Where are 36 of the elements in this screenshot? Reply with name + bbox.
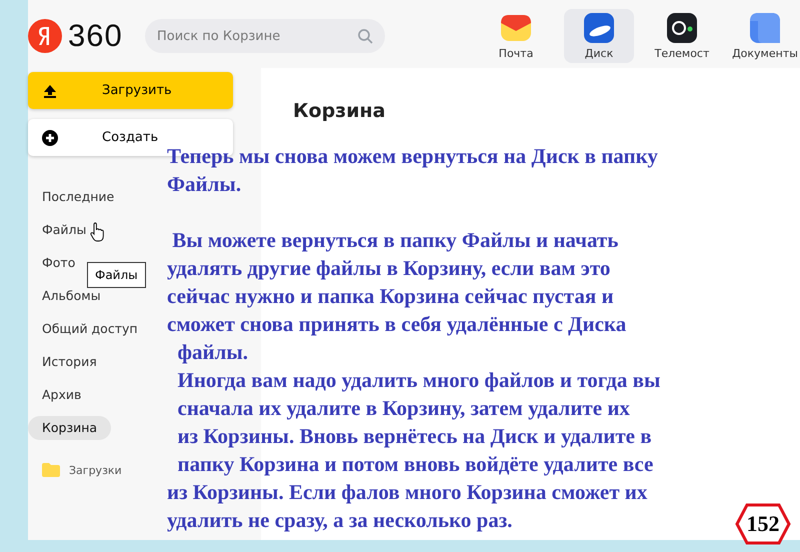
logo-text: 360 [68, 18, 123, 54]
sidebar-item[interactable]: История [28, 350, 111, 374]
annotation-text: сначала их удалите в Корзину, затем удалите их [176, 395, 631, 422]
annotation-text: из Корзины. Если фалов много Корзина сможет их [167, 479, 648, 506]
tooltip: Файлы [87, 262, 146, 288]
service-tab[interactable]: Телемост [647, 9, 717, 63]
annotation-text: сейчас нужно и папка Корзина сейчас пустая и [167, 283, 615, 310]
service-tab[interactable]: Почта [481, 9, 551, 63]
envelope-icon [500, 12, 532, 44]
sidebar-item[interactable]: Фото [28, 251, 90, 275]
annotation-text: из Корзины. Вновь вернётесь на Диск и удалите в [176, 423, 653, 450]
annotation-text: папку Корзина и потом вновь войдёте удалите все [176, 451, 654, 478]
annotation-text: Файлы. [167, 171, 242, 198]
sidebar-item[interactable]: Архив [28, 383, 96, 407]
service-tab[interactable]: Документы [730, 9, 800, 63]
upload-icon [42, 82, 58, 98]
annotation-text: файлы. [176, 339, 250, 366]
annotation-text: сможет снова принять в себя удалённые с Диска [167, 311, 628, 338]
plus-icon [42, 130, 58, 146]
search-field[interactable]: Поиск по Корзине [145, 19, 385, 53]
hand-cursor-icon [90, 222, 104, 242]
upload-button[interactable]: Загрузить [28, 72, 233, 109]
sidebar-item[interactable]: Последние [28, 185, 128, 209]
document-icon [749, 12, 781, 44]
annotation-text: Иногда вам надо удалить много файлов и тогда вы [176, 367, 660, 394]
service-tab[interactable]: Диск [564, 9, 634, 63]
page-title: Корзина [293, 100, 386, 122]
annotation-text: удалять другие файлы в Корзину, если вам это [167, 255, 612, 282]
search-icon [357, 28, 373, 44]
sidebar-item[interactable]: Корзина [28, 416, 112, 440]
folder-icon [42, 463, 60, 477]
camera-icon [666, 12, 698, 44]
folder-item[interactable]: Загрузки [28, 463, 122, 477]
sidebar-item[interactable]: Общий доступ [28, 317, 152, 341]
annotation-text: Вы можете вернуться в папку Файлы и начать [171, 227, 620, 254]
annotation-text: удалить не сразу, а за несколько раз. [167, 507, 514, 534]
